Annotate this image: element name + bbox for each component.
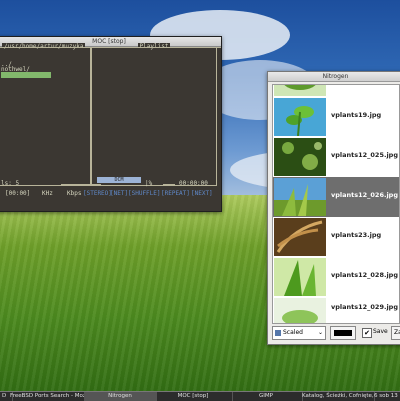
list-item[interactable]: vplants12_025.jpg — [273, 137, 399, 177]
playlist-pane[interactable]: Playlist — [91, 43, 217, 186]
list-item[interactable]: vplants23.jpg — [273, 217, 399, 257]
mode-icon — [275, 327, 281, 339]
progress-left-rule — [61, 184, 101, 185]
list-item[interactable]: vplants19.jpg — [273, 97, 399, 137]
list-item[interactable]: vplants12_029.jpg — [273, 297, 399, 323]
thumbnail-grass — [274, 178, 326, 216]
color-swatch — [334, 330, 352, 336]
total-time: 00:00:00 — [179, 180, 208, 187]
thumbnail-wheat — [274, 218, 326, 256]
nitrogen-controls: Scaled ⌄ ✔ Save Zast — [272, 326, 400, 340]
nitrogen-titlebar[interactable]: Nitrogen — [268, 72, 400, 82]
save-label: Save — [373, 328, 388, 335]
file-name: vplants12_025.jpg — [331, 151, 398, 159]
nitrogen-window[interactable]: Nitrogen vplants19.jpg vplants12_025.jpg… — [267, 71, 400, 345]
list-item[interactable]: vplants12_028.jpg — [273, 257, 399, 297]
moc-terminal[interactable]: /usr/home/artur/muzyka Playlist ../ noth… — [0, 43, 221, 211]
progress-separator: |% — [145, 180, 153, 187]
file-name: vplants12_026.jpg — [331, 191, 398, 199]
khz-label: KHz — [42, 190, 53, 197]
next-flag: [NEXT] — [191, 190, 213, 197]
mode-value: Scaled — [283, 329, 303, 336]
progress-right-rule — [163, 184, 175, 185]
net-flag: [NET] — [110, 190, 129, 197]
save-checkbox[interactable]: ✔ — [362, 328, 372, 338]
thumbnail-sprout — [274, 98, 326, 136]
kbps-label: Kbps — [67, 190, 82, 197]
progress-label: DCM — [114, 177, 124, 183]
list-item[interactable] — [273, 85, 399, 97]
thumbnail-blade — [274, 258, 326, 296]
file-name: vplants19.jpg — [331, 111, 382, 119]
volume-label: ls: 5 — [1, 180, 20, 187]
thumbnail-leaf — [274, 298, 326, 323]
pane-top-border — [0, 47, 221, 48]
shuffle-flag: [SHUFFLE] — [128, 190, 161, 197]
thumbnail-bokeh — [274, 138, 326, 176]
status-line: [00:00] KHz Kbps [STEREO] [NET] [SHUFFLE… — [0, 189, 221, 199]
thumbnail-plant — [274, 85, 326, 96]
apply-button[interactable]: Zast — [391, 326, 400, 340]
list-item-selected[interactable]: vplants12_026.jpg — [273, 177, 399, 217]
file-entry[interactable]: nothwel/ — [1, 66, 30, 73]
moc-window[interactable]: MOC [stop] /usr/home/artur/muzyka Playli… — [0, 36, 222, 212]
repeat-flag: [REPEAT] — [161, 190, 190, 197]
progress-bar: DCM — [97, 177, 141, 183]
color-picker-button[interactable] — [330, 326, 356, 340]
file-name: vplants23.jpg — [331, 231, 382, 239]
time-left: [00:00] — [5, 190, 31, 197]
file-name: vplants12_028.jpg — [331, 271, 398, 279]
mode-select[interactable]: Scaled ⌄ — [272, 326, 326, 340]
wallpaper-list[interactable]: vplants19.jpg vplants12_025.jpg vplants1… — [272, 84, 400, 324]
chevron-down-icon: ⌄ — [317, 329, 323, 336]
stereo-flag: [STEREO] — [83, 190, 112, 197]
file-name: vplants12_029.jpg — [331, 303, 398, 311]
